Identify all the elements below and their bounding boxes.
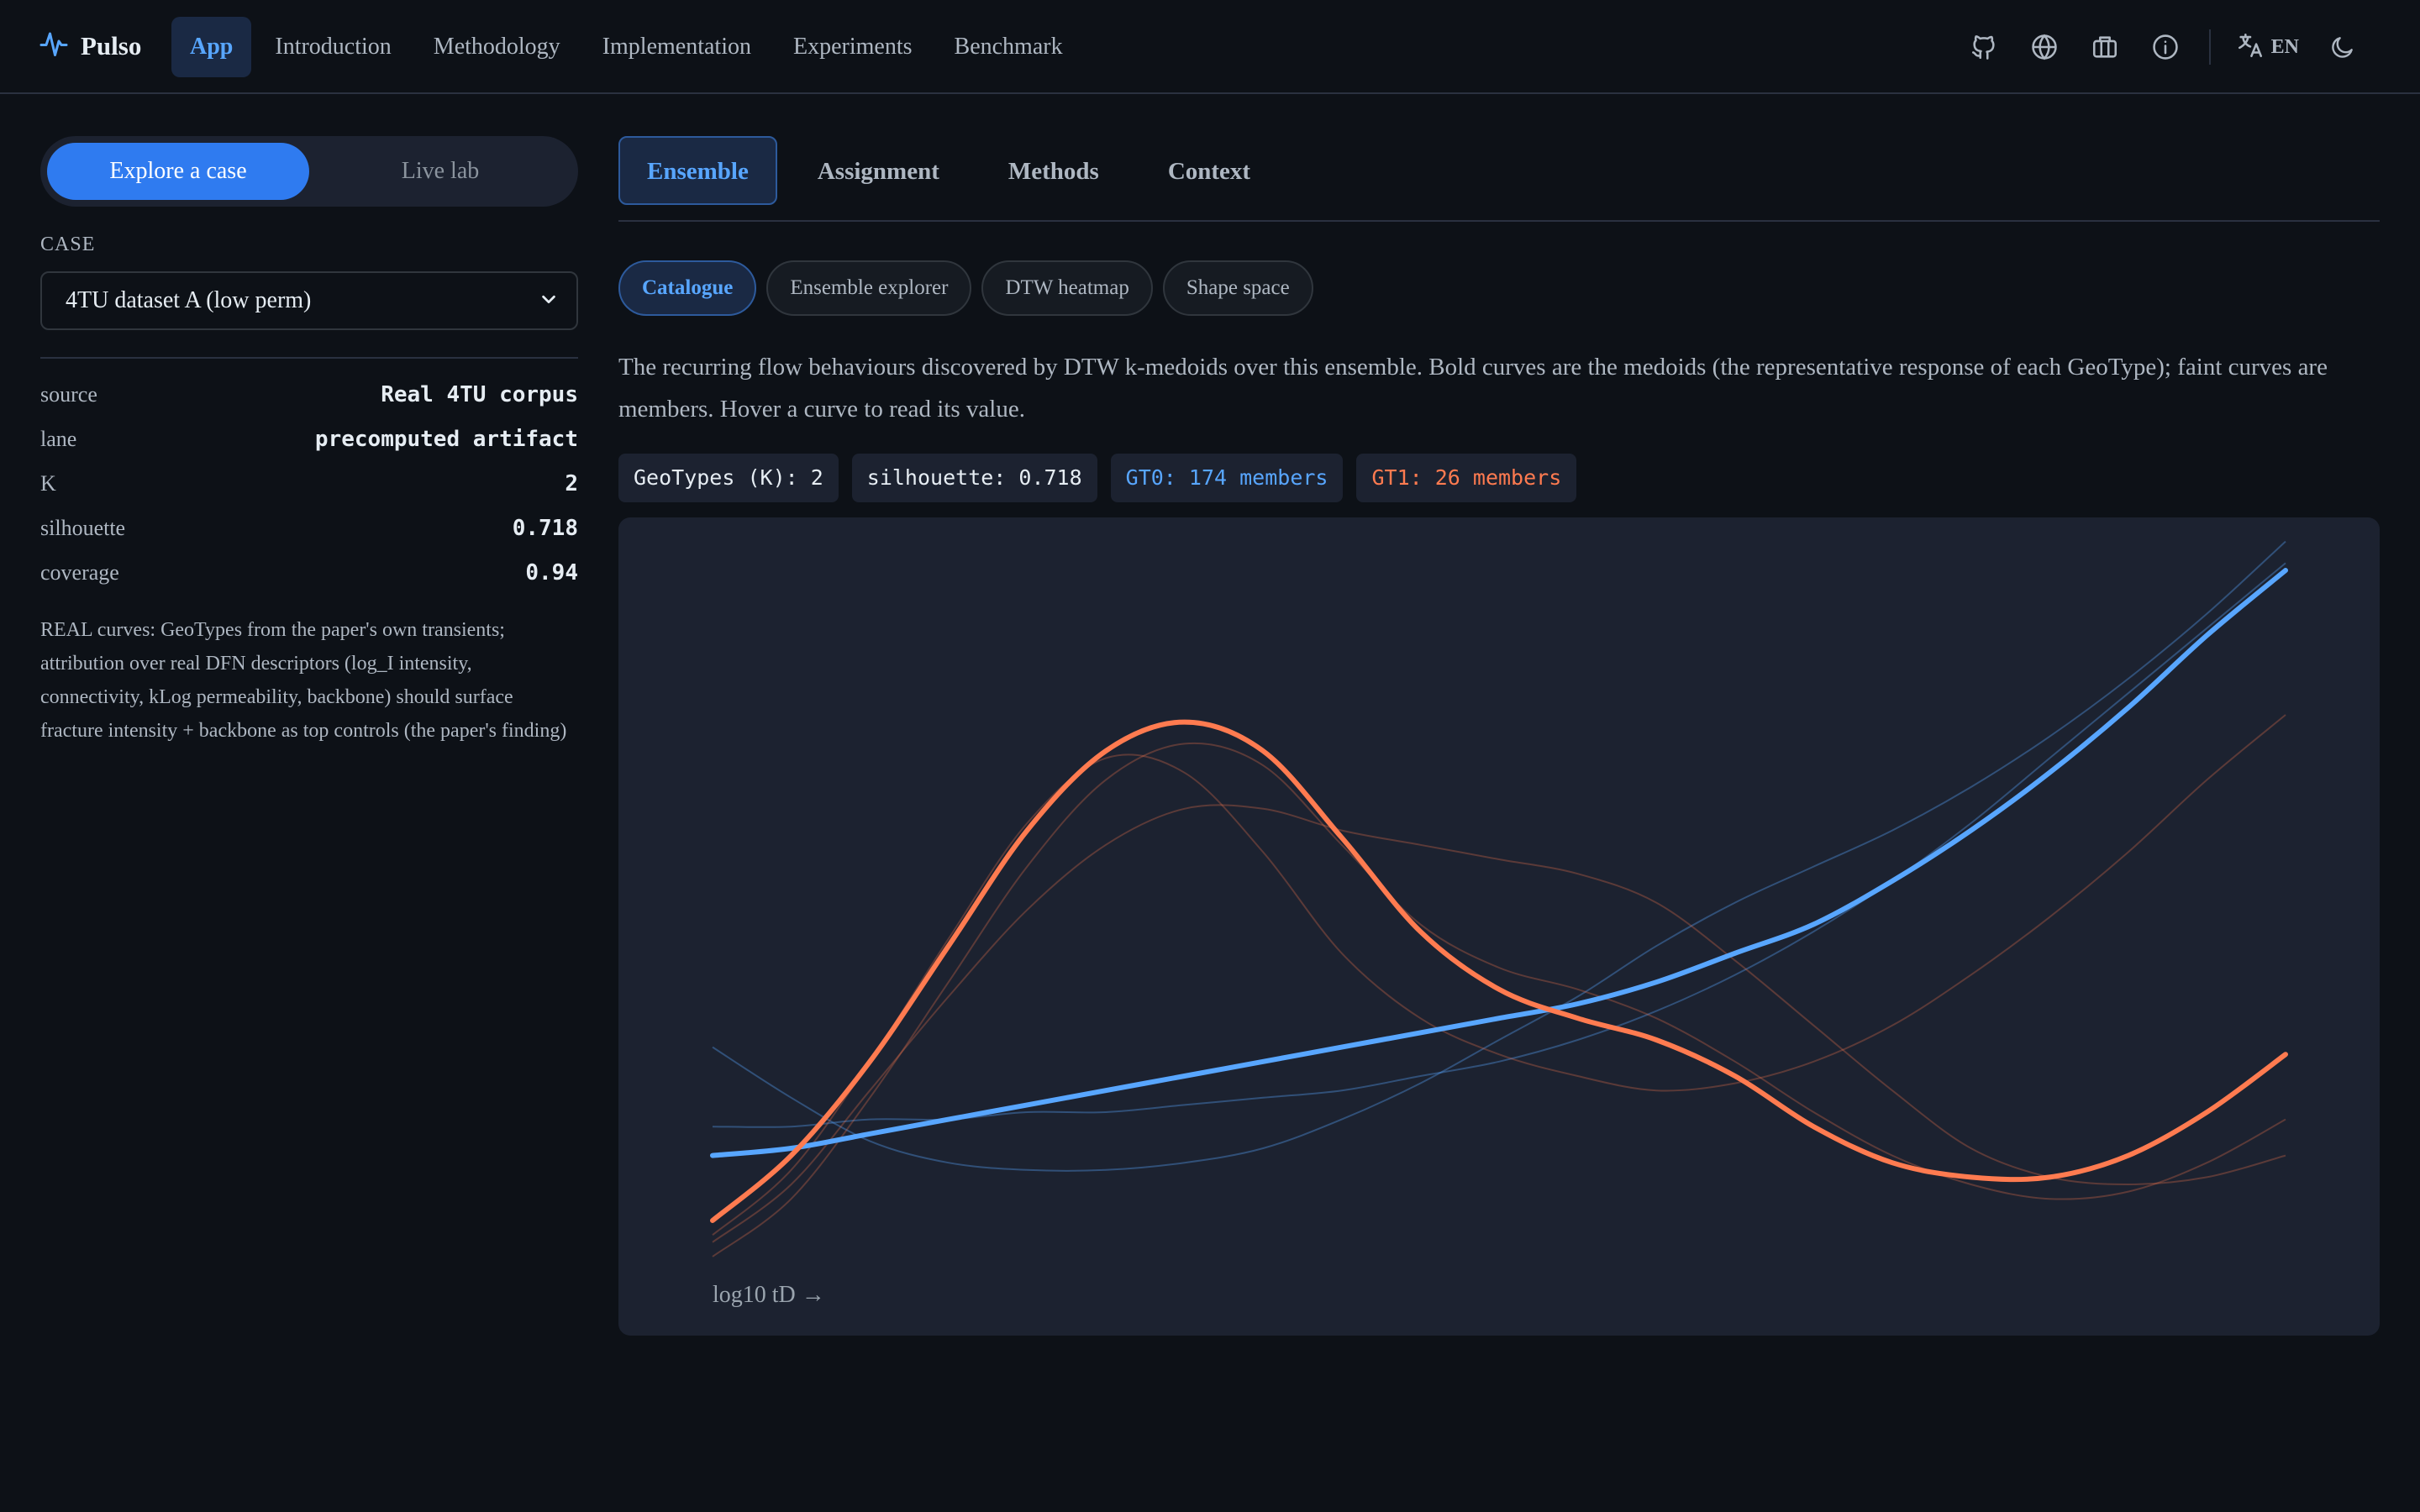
briefcase-icon[interactable] xyxy=(2086,29,2123,66)
k-badge: GeoTypes (K): 2 xyxy=(618,454,839,502)
header-divider xyxy=(2208,29,2211,65)
stat-key: silhouette xyxy=(40,515,126,540)
subtab-shape-space[interactable]: Shape space xyxy=(1162,260,1313,316)
case-stats: source Real 4TU corpus lane precomputed … xyxy=(40,372,578,595)
info-icon[interactable] xyxy=(2147,29,2184,66)
stat-key: K xyxy=(40,470,56,496)
translate-icon xyxy=(2236,31,2265,64)
nav-introduction[interactable]: Introduction xyxy=(256,17,409,77)
silhouette-badge: silhouette: 0.718 xyxy=(851,454,1097,502)
nav-app[interactable]: App xyxy=(171,17,252,77)
stat-value: Real 4TU corpus xyxy=(381,381,578,407)
member-curve-gt1-4[interactable] xyxy=(712,714,2286,1236)
explore-case-button[interactable]: Explore a case xyxy=(47,143,309,200)
stat-value: 2 xyxy=(565,470,578,496)
mode-toggle: Explore a case Live lab xyxy=(40,136,578,207)
x-axis-label: log10 tD → xyxy=(713,1282,825,1308)
tab-ensemble[interactable]: Ensemble xyxy=(618,136,777,205)
gt1-badge: GT1: 26 members xyxy=(1356,454,1577,502)
stat-row-silhouette: silhouette 0.718 xyxy=(40,506,578,550)
stat-row-source: source Real 4TU corpus xyxy=(40,372,578,417)
main-panel: Ensemble Assignment Methods Context Cata… xyxy=(618,136,2380,1336)
sidebar: Explore a case Live lab CASE 4TU dataset… xyxy=(40,136,578,748)
case-select-value: 4TU dataset A (low perm) xyxy=(66,287,312,313)
stat-row-k: K 2 xyxy=(40,461,578,506)
subtab-bar: Catalogue Ensemble explorer DTW heatmap … xyxy=(618,260,2380,316)
case-note: REAL curves: GeoTypes from the paper's o… xyxy=(40,619,567,742)
medoid-curve-gt1[interactable] xyxy=(710,719,2288,1223)
chart-canvas xyxy=(710,540,2288,1257)
stat-key: source xyxy=(40,381,97,407)
brand-name: Pulso xyxy=(81,30,142,60)
stat-value: precomputed artifact xyxy=(314,426,578,452)
case-select[interactable]: 4TU dataset A (low perm) xyxy=(40,271,578,330)
geotype-catalogue-chart[interactable]: log10 tD → xyxy=(618,517,2380,1336)
subtab-dtw-heatmap[interactable]: DTW heatmap xyxy=(981,260,1153,316)
globe-icon[interactable] xyxy=(2026,29,2063,66)
pulse-icon xyxy=(39,29,69,63)
stat-value: 0.94 xyxy=(525,559,578,585)
language-code: EN xyxy=(2270,35,2299,58)
moon-icon[interactable] xyxy=(2324,29,2361,66)
subtab-catalogue[interactable]: Catalogue xyxy=(618,260,757,316)
member-curve-gt0-1[interactable] xyxy=(712,562,2286,1128)
sidebar-divider xyxy=(40,357,578,359)
github-icon[interactable] xyxy=(1965,29,2002,66)
nav-benchmark[interactable]: Benchmark xyxy=(936,17,1081,77)
tab-context[interactable]: Context xyxy=(1139,136,1279,205)
stat-value: 0.718 xyxy=(512,515,578,541)
main-nav: App Introduction Methodology Implementat… xyxy=(171,17,1086,77)
nav-experiments[interactable]: Experiments xyxy=(775,17,931,77)
top-navigation-bar: Pulso App Introduction Methodology Imple… xyxy=(0,0,2420,94)
subtab-ensemble-explorer[interactable]: Ensemble explorer xyxy=(766,260,972,316)
live-lab-button[interactable]: Live lab xyxy=(309,143,571,200)
tab-methods[interactable]: Methods xyxy=(980,136,1128,205)
case-label: CASE xyxy=(40,234,96,255)
medoid-curve-gt0[interactable] xyxy=(710,568,2288,1158)
stat-key: lane xyxy=(40,426,77,451)
summary-badges: GeoTypes (K): 2 silhouette: 0.718 GT0: 1… xyxy=(618,454,2380,502)
header-tools: EN xyxy=(1942,29,2361,66)
chevron-down-icon xyxy=(539,290,558,312)
stat-row-lane: lane precomputed artifact xyxy=(40,417,578,461)
gt0-badge: GT0: 174 members xyxy=(1110,454,1344,502)
tab-assignment[interactable]: Assignment xyxy=(789,136,968,205)
tab-bar: Ensemble Assignment Methods Context xyxy=(618,136,2380,222)
stat-key: coverage xyxy=(40,559,119,585)
member-curve-gt0-0[interactable] xyxy=(712,540,2286,1172)
stat-row-coverage: coverage 0.94 xyxy=(40,550,578,595)
catalogue-description: The recurring flow behaviours discovered… xyxy=(618,354,2328,423)
nav-methodology[interactable]: Methodology xyxy=(415,17,579,77)
brand[interactable]: Pulso xyxy=(39,29,141,63)
nav-implementation[interactable]: Implementation xyxy=(584,17,770,77)
language-switcher[interactable]: EN xyxy=(2236,31,2299,64)
